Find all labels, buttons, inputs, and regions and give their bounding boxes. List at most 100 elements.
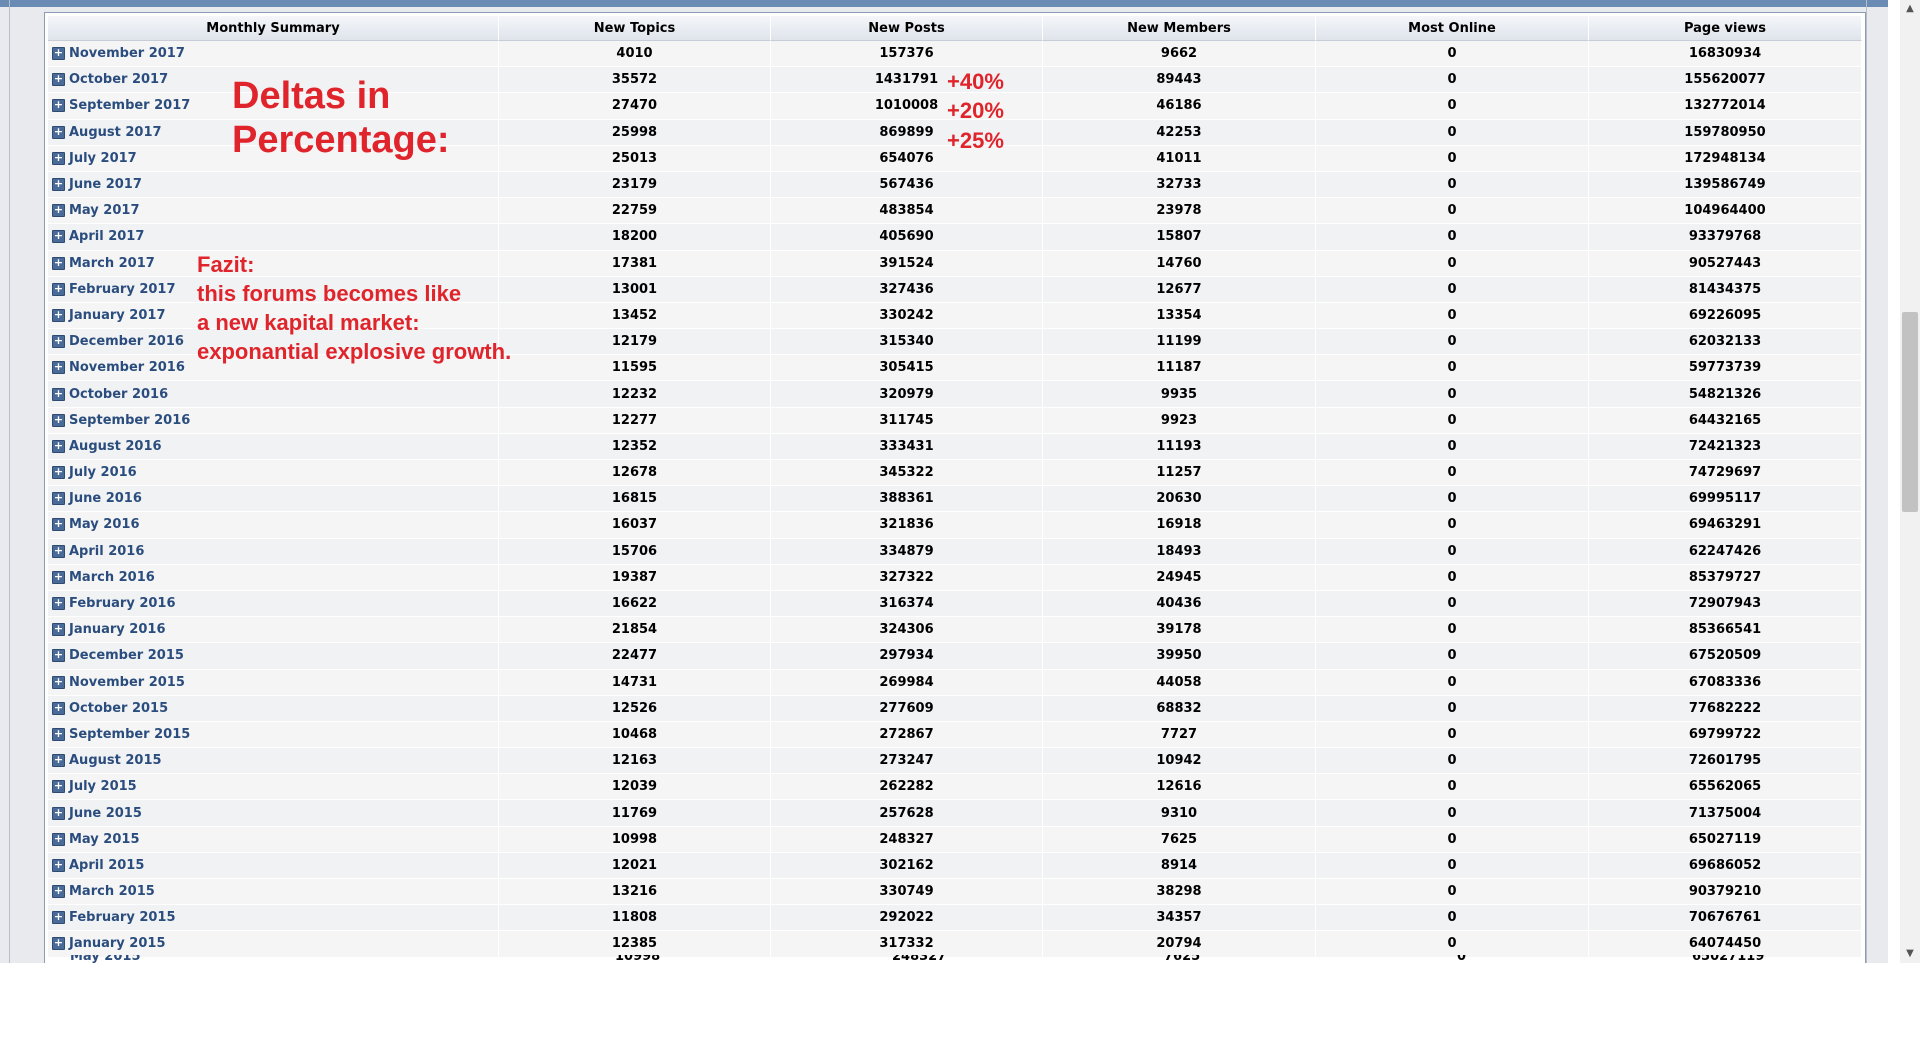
plus-box-icon[interactable]: +	[52, 73, 65, 87]
new-posts-cell: 324306	[771, 617, 1043, 644]
plus-box-icon[interactable]: +	[52, 885, 65, 899]
arrow-up-icon[interactable]: ▲	[1900, 0, 1920, 18]
plus-box-icon[interactable]: +	[52, 335, 65, 349]
new-topics-cell: 23179	[499, 171, 771, 199]
new-members-cell: 89443	[1043, 67, 1316, 94]
plus-box-icon[interactable]: +	[52, 361, 65, 375]
month-cell: + October 2015	[48, 695, 499, 722]
plus-box-icon[interactable]: +	[52, 151, 65, 165]
column-header-most-online[interactable]: Most Online	[1316, 16, 1589, 41]
month-link[interactable]: May 2016	[69, 517, 140, 532]
month-link[interactable]: December 2015	[69, 648, 184, 663]
plus-box-icon[interactable]: +	[52, 99, 65, 113]
plus-box-icon[interactable]: +	[52, 125, 65, 139]
month-link[interactable]: April 2017	[69, 229, 144, 244]
page-views-cell: 54821326	[1589, 381, 1862, 408]
plus-box-icon[interactable]: +	[52, 230, 65, 244]
new-posts-cell: 248327	[771, 826, 1043, 853]
plus-box-icon[interactable]: +	[52, 806, 65, 820]
plus-box-icon[interactable]: +	[52, 858, 65, 872]
plus-box-icon[interactable]: +	[52, 544, 65, 558]
month-link[interactable]: March 2015	[69, 884, 155, 899]
month-link[interactable]: November 2017	[69, 46, 185, 61]
month-link[interactable]: March 2016	[69, 570, 155, 585]
plus-box-icon[interactable]: +	[52, 204, 65, 218]
month-link[interactable]: May 2015	[69, 832, 140, 847]
new-posts-cell: 483854	[771, 198, 1043, 225]
new-topics-cell: 27470	[499, 93, 771, 120]
month-link[interactable]: September 2015	[69, 727, 190, 742]
plus-box-icon[interactable]: +	[52, 178, 65, 192]
plus-box-icon[interactable]: +	[52, 780, 65, 794]
plus-box-icon[interactable]: +	[52, 282, 65, 296]
month-link[interactable]: January 2015	[69, 936, 165, 951]
plus-box-icon[interactable]: +	[52, 832, 65, 846]
month-link[interactable]: August 2016	[69, 439, 162, 454]
most-online-cell: 0	[1316, 538, 1589, 565]
plus-box-icon[interactable]: +	[52, 47, 65, 61]
plus-box-icon[interactable]: +	[52, 754, 65, 768]
plus-box-icon[interactable]: +	[52, 518, 65, 532]
plus-box-icon[interactable]: +	[52, 701, 65, 715]
plus-box-icon[interactable]: +	[52, 466, 65, 480]
month-link[interactable]: June 2016	[69, 491, 142, 506]
plus-box-icon[interactable]: +	[52, 727, 65, 741]
scrollbar-thumb[interactable]	[1902, 312, 1918, 512]
month-link[interactable]: July 2017	[69, 151, 137, 166]
plus-box-icon[interactable]: +	[52, 937, 65, 951]
column-header-page-views[interactable]: Page views	[1589, 16, 1862, 41]
plus-box-icon[interactable]: +	[52, 492, 65, 506]
month-link[interactable]: November 2016	[69, 360, 185, 375]
month-link[interactable]: January 2016	[69, 622, 165, 637]
month-link[interactable]: April 2015	[69, 858, 144, 873]
month-link[interactable]: March 2017	[69, 256, 155, 271]
column-header-new-members[interactable]: New Members	[1043, 16, 1316, 41]
month-link[interactable]: October 2016	[69, 387, 168, 402]
new-members-cell: 39178	[1043, 617, 1316, 644]
plus-box-icon[interactable]: +	[52, 675, 65, 689]
month-link[interactable]: July 2016	[69, 465, 137, 480]
month-link[interactable]: July 2015	[69, 779, 137, 794]
month-link[interactable]: December 2016	[69, 334, 184, 349]
month-link[interactable]: June 2017	[69, 177, 142, 192]
month-link[interactable]: June 2015	[69, 806, 142, 821]
plus-box-icon[interactable]: +	[52, 623, 65, 637]
table-row: + November 2015 14731 269984 44058 0 67083336	[48, 669, 1862, 696]
page-views-cell: 69463291	[1589, 512, 1862, 539]
month-link[interactable]: November 2015	[69, 675, 185, 690]
column-header-new-topics[interactable]: New Topics	[499, 16, 771, 41]
new-members-cell: 23978	[1043, 198, 1316, 225]
month-link[interactable]: May 2017	[69, 203, 140, 218]
plus-box-icon[interactable]: +	[52, 413, 65, 427]
new-members-cell: 20794	[1043, 931, 1316, 958]
month-link[interactable]: August 2017	[69, 125, 162, 140]
plus-box-icon[interactable]: +	[52, 308, 65, 322]
column-header-new-posts[interactable]: New Posts	[771, 16, 1043, 41]
new-topics-cell: 10468	[499, 721, 771, 749]
page-views-cell: 65562065	[1589, 774, 1862, 801]
month-link[interactable]: September 2017	[69, 98, 190, 113]
month-link[interactable]: January 2017	[69, 308, 165, 323]
plus-box-icon[interactable]: +	[52, 649, 65, 663]
plus-box-icon[interactable]: +	[52, 439, 65, 453]
plus-box-icon[interactable]: +	[52, 256, 65, 270]
month-link[interactable]: February 2016	[69, 596, 176, 611]
month-link[interactable]: February 2017	[69, 282, 176, 297]
month-link[interactable]: August 2015	[69, 753, 162, 768]
arrow-down-icon[interactable]: ▼	[1900, 945, 1920, 963]
plus-box-icon[interactable]: +	[52, 911, 65, 925]
plus-box-icon[interactable]: +	[52, 570, 65, 584]
most-online-cell: 0	[1316, 381, 1589, 408]
page-views-cell: 69995117	[1589, 486, 1862, 513]
vertical-scrollbar[interactable]: ▲ ▼	[1900, 0, 1920, 963]
plus-box-icon[interactable]: +	[52, 387, 65, 401]
month-link[interactable]: September 2016	[69, 413, 190, 428]
month-link[interactable]: April 2016	[69, 544, 144, 559]
column-header-monthly-summary[interactable]: Monthly Summary	[48, 16, 499, 41]
month-link[interactable]: October 2017	[69, 72, 168, 87]
new-posts-cell: 321836	[771, 512, 1043, 539]
month-link[interactable]: February 2015	[69, 910, 176, 925]
plus-box-icon[interactable]: +	[52, 597, 65, 611]
month-link[interactable]: October 2015	[69, 701, 168, 716]
most-online-cell: 0	[1316, 224, 1589, 251]
